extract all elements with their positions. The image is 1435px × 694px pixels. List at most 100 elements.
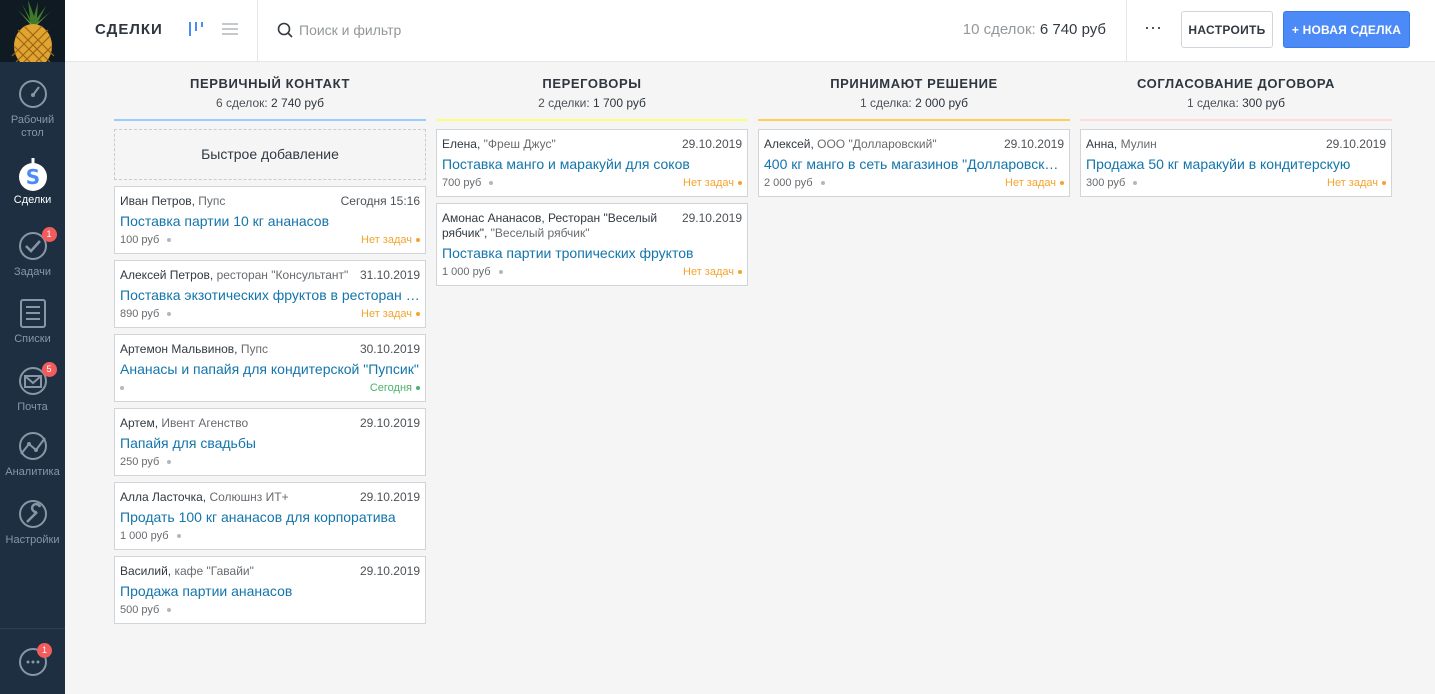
deal-card[interactable]: Алла Ласточка, Солюшнз ИТ+ 29.10.2019 Про… <box>114 482 426 550</box>
card-list: Иван Петров, Пупс Сегодня 15:16 Поставка … <box>114 186 426 624</box>
company-name[interactable]: Пупс <box>241 342 268 356</box>
deal-title[interactable]: Ананасы и папайя для кондитерской "Пупси… <box>120 360 420 378</box>
deal-price: 700 руб <box>442 177 482 189</box>
chat-button[interactable]: 1 <box>18 643 52 677</box>
task-status[interactable]: Нет задач <box>361 233 420 247</box>
column-summary: 1 сделка: 300 руб <box>1080 95 1392 111</box>
deal-title[interactable]: Продать 100 кг ананасов для корпоратива <box>120 508 420 526</box>
column-count: 1 сделка: <box>859 96 912 110</box>
search-input[interactable] <box>299 19 899 41</box>
company-name[interactable]: ООО "Долларовский" <box>817 137 936 151</box>
contact-name[interactable]: Анна, <box>1086 137 1117 151</box>
column-count: 1 сделка: <box>1186 96 1239 110</box>
task-dot <box>1382 181 1386 186</box>
quick-add-button[interactable]: Быстрое добавление <box>114 129 426 180</box>
sidebar-item-lists[interactable]: Списки <box>0 297 65 346</box>
new-deal-button[interactable]: + НОВАЯ СДЕЛКА <box>1283 11 1410 48</box>
contact-name[interactable]: Василий, <box>120 564 171 578</box>
company-name[interactable]: ресторан "Консультант" <box>217 268 349 282</box>
analytics-icon <box>17 430 49 462</box>
status-dot <box>120 386 124 391</box>
task-status[interactable]: Нет задач <box>683 176 742 190</box>
deal-date: 29.10.2019 <box>359 416 420 430</box>
sidebar-item-dashboard[interactable]: Рабочий стол <box>0 78 65 140</box>
deal-price: 890 руб <box>120 308 160 320</box>
deals-summary: 10 сделок: 6 740 руб <box>963 21 1106 38</box>
column-decision: ПРИНИМАЮТ РЕШЕНИЕ 1 сделка: 2 000 руб Ал… <box>758 62 1070 203</box>
setup-button[interactable]: НАСТРОИТЬ <box>1181 11 1273 48</box>
deal-title[interactable]: 400 кг манго в сеть магазинов "Долларовс… <box>764 155 1064 173</box>
column-first-contact: ПЕРВИЧНЫЙ КОНТАКТ 6 сделок: 2 740 руб Бы… <box>114 62 426 630</box>
contact-name[interactable]: Алла Ласточка, <box>120 490 206 504</box>
company-name[interactable]: Ивент Агенство <box>161 416 248 430</box>
deal-title[interactable]: Поставка партии 10 кг ананасов <box>120 212 420 230</box>
list-view-icon[interactable] <box>221 20 239 38</box>
sidebar-item-label: Почта <box>17 401 48 413</box>
deal-card[interactable]: Елена, "Фреш Джус" 29.10.2019 Поставка ма… <box>436 129 748 197</box>
task-status[interactable]: Сегодня <box>370 381 420 395</box>
tasks-icon: 1 <box>17 227 57 262</box>
contact-name[interactable]: Алексей Петров, <box>120 268 213 282</box>
deal-price: 1 000 руб <box>120 530 169 542</box>
deal-date: 31.10.2019 <box>359 268 420 282</box>
deal-card[interactable]: Анна, Мулин 29.10.2019 Продажа 50 кг мара… <box>1080 129 1392 197</box>
tasks-badge: 1 <box>41 227 57 242</box>
sidebar: Рабочий стол S Сделки 1 Задачи Списки 5 … <box>0 0 65 694</box>
status-dot <box>167 460 172 465</box>
deal-card[interactable]: Артем, Ивент Агенство 29.10.2019 Папайя д… <box>114 408 426 476</box>
contact-name[interactable]: Алексей, <box>764 137 814 151</box>
sidebar-item-label: Аналитика <box>5 466 60 478</box>
deal-date: 29.10.2019 <box>681 137 742 151</box>
company-name[interactable]: кафе "Гавайи" <box>174 564 253 578</box>
task-label: Сегодня <box>369 382 412 394</box>
status-dot <box>489 181 494 186</box>
sidebar-item-tasks[interactable]: 1 Задачи <box>0 227 65 279</box>
company-name[interactable]: Пупс <box>198 194 225 208</box>
company-name[interactable]: Мулин <box>1121 137 1157 151</box>
column-sum: 300 руб <box>1242 96 1286 110</box>
column-contract: СОГЛАСОВАНИЕ ДОГОВОРА 1 сделка: 300 руб … <box>1080 62 1392 203</box>
sidebar-item-mail[interactable]: 5 Почта <box>0 362 65 414</box>
search-icon <box>277 22 293 38</box>
status-dot <box>498 270 503 275</box>
deal-title[interactable]: Поставка экзотических фруктов в ресторан… <box>120 286 420 304</box>
more-button[interactable]: ··· <box>1142 18 1164 41</box>
deal-card[interactable]: Алексей, ООО "Долларовский" 29.10.2019 40… <box>758 129 1070 197</box>
company-name[interactable]: "Фреш Джус" <box>484 137 556 151</box>
deal-card[interactable]: Алексей Петров, ресторан "Консультант" 31… <box>114 260 426 328</box>
deal-card[interactable]: Василий, кафе "Гавайи" 29.10.2019 Продажа… <box>114 556 426 624</box>
column-header: ПЕРВИЧНЫЙ КОНТАКТ 6 сделок: 2 740 руб <box>114 62 426 121</box>
task-status[interactable]: Нет задач <box>361 307 420 321</box>
deal-card[interactable]: Иван Петров, Пупс Сегодня 15:16 Поставка … <box>114 186 426 254</box>
deal-card[interactable]: Амонас Ананасов, Ресторан "Веселый рябчи… <box>436 203 748 286</box>
deal-title[interactable]: Поставка партии тропических фруктов <box>442 244 742 262</box>
svg-text:S: S <box>25 165 39 189</box>
deal-title[interactable]: Поставка манго и маракуйи для соков <box>442 155 742 173</box>
top-bar: СДЕЛКИ 10 сделок: 6 740 руб ··· НАСТРОИТ… <box>65 0 1435 62</box>
status-dot <box>176 534 181 539</box>
deal-date: 29.10.2019 <box>1003 137 1064 151</box>
task-status[interactable]: Нет задач <box>683 265 742 279</box>
card-list: Анна, Мулин 29.10.2019 Продажа 50 кг мара… <box>1080 129 1392 197</box>
sidebar-item-analytics[interactable]: Аналитика <box>0 430 65 479</box>
deal-card[interactable]: Артемон Мальвинов, Пупс 30.10.2019 Ананас… <box>114 334 426 402</box>
sidebar-item-deals[interactable]: S Сделки <box>0 158 65 207</box>
contact-name[interactable]: Иван Петров, <box>120 194 195 208</box>
summary-sum: 6 740 руб <box>1039 21 1106 38</box>
deal-price: 1 000 руб <box>442 266 491 278</box>
contact-name[interactable]: Артем, <box>120 416 158 430</box>
deal-title[interactable]: Продажа 50 кг маракуйи в кондитерскую <box>1086 155 1386 173</box>
company-name[interactable]: Солюшнз ИТ+ <box>209 490 288 504</box>
company-name[interactable]: "Веселый рябчик" <box>491 226 590 240</box>
deal-title[interactable]: Продажа партии ананасов <box>120 582 420 600</box>
deal-title[interactable]: Папайя для свадьбы <box>120 434 420 452</box>
pineapple-logo[interactable] <box>0 0 65 62</box>
column-sum: 2 740 руб <box>271 96 324 110</box>
contact-name[interactable]: Артемон Мальвинов, <box>120 342 237 356</box>
pipeline-view-icon[interactable] <box>187 20 205 38</box>
task-dot <box>416 386 420 391</box>
sidebar-item-settings[interactable]: Настройки <box>0 498 65 547</box>
task-status[interactable]: Нет задач <box>1327 176 1386 190</box>
task-status[interactable]: Нет задач <box>1005 176 1064 190</box>
contact-name[interactable]: Елена, <box>442 137 480 151</box>
